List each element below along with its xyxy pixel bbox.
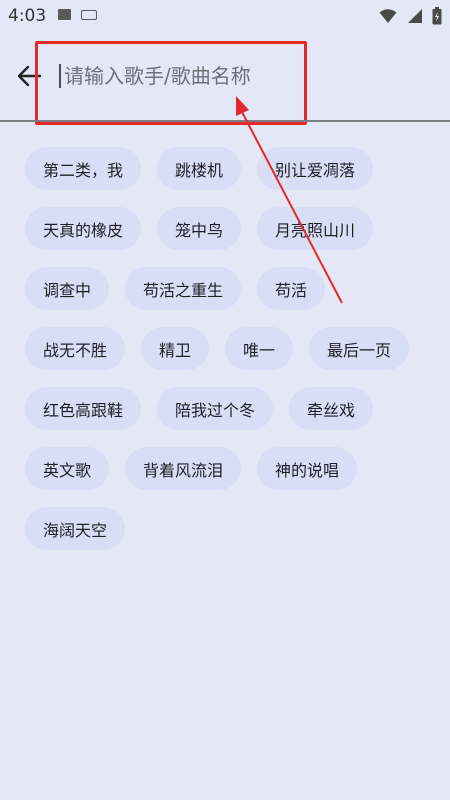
search-chip[interactable]: 天真的橡皮 [25, 207, 142, 250]
search-header [0, 32, 450, 122]
search-chip[interactable]: 月亮照山川 [257, 207, 374, 250]
battery-icon [432, 7, 442, 25]
chip-row: 红色高跟鞋 陪我过个冬 牵丝戏 [25, 387, 445, 430]
signal-icon [408, 9, 422, 23]
chip-row: 调查中 苟活之重生 苟活 [25, 267, 445, 310]
chip-row: 第二类，我 跳楼机 别让爱凋落 [25, 147, 445, 190]
search-chip[interactable]: 精卫 [141, 327, 210, 370]
search-chip[interactable]: 红色高跟鞋 [25, 387, 142, 430]
search-chip[interactable]: 背着风流泪 [125, 447, 242, 490]
status-system-icons [379, 7, 442, 25]
search-chip[interactable]: 苟活之重生 [125, 267, 242, 310]
status-bar: 4:03 [0, 0, 450, 32]
text-cursor [59, 64, 61, 88]
search-chip[interactable]: 最后一页 [309, 327, 410, 370]
search-chip[interactable]: 苟活 [257, 267, 326, 310]
search-chip[interactable]: 英文歌 [25, 447, 110, 490]
wifi-icon [379, 9, 397, 23]
search-chip[interactable]: 跳楼机 [157, 147, 242, 190]
chip-row: 英文歌 背着风流泪 神的说唱 [25, 447, 445, 490]
search-chip[interactable]: 唯一 [225, 327, 294, 370]
chip-row: 战无不胜 精卫 唯一 最后一页 [25, 327, 445, 370]
search-chip[interactable]: 别让爱凋落 [257, 147, 374, 190]
notification-square-icon [58, 9, 71, 20]
chip-row: 天真的橡皮 笼中鸟 月亮照山川 [25, 207, 445, 250]
chip-row: 海阔天空 [25, 507, 445, 550]
search-chip[interactable]: 战无不胜 [25, 327, 126, 370]
keyboard-icon [81, 9, 97, 20]
search-chip[interactable]: 陪我过个冬 [157, 387, 274, 430]
header-divider [0, 120, 450, 122]
search-chip[interactable]: 海阔天空 [25, 507, 126, 550]
arrow-left-icon[interactable] [14, 60, 46, 92]
status-time: 4:03 [8, 6, 47, 26]
search-chip[interactable]: 第二类，我 [25, 147, 142, 190]
search-chip[interactable]: 牵丝戏 [289, 387, 374, 430]
search-chip[interactable]: 神的说唱 [257, 447, 358, 490]
hot-search-chips: 第二类，我 跳楼机 别让爱凋落 天真的橡皮 笼中鸟 月亮照山川 调查中 苟活之重… [25, 147, 445, 567]
search-chip[interactable]: 笼中鸟 [157, 207, 242, 250]
status-notification-icons [58, 9, 97, 20]
search-chip[interactable]: 调查中 [25, 267, 110, 310]
search-input[interactable] [58, 58, 304, 94]
